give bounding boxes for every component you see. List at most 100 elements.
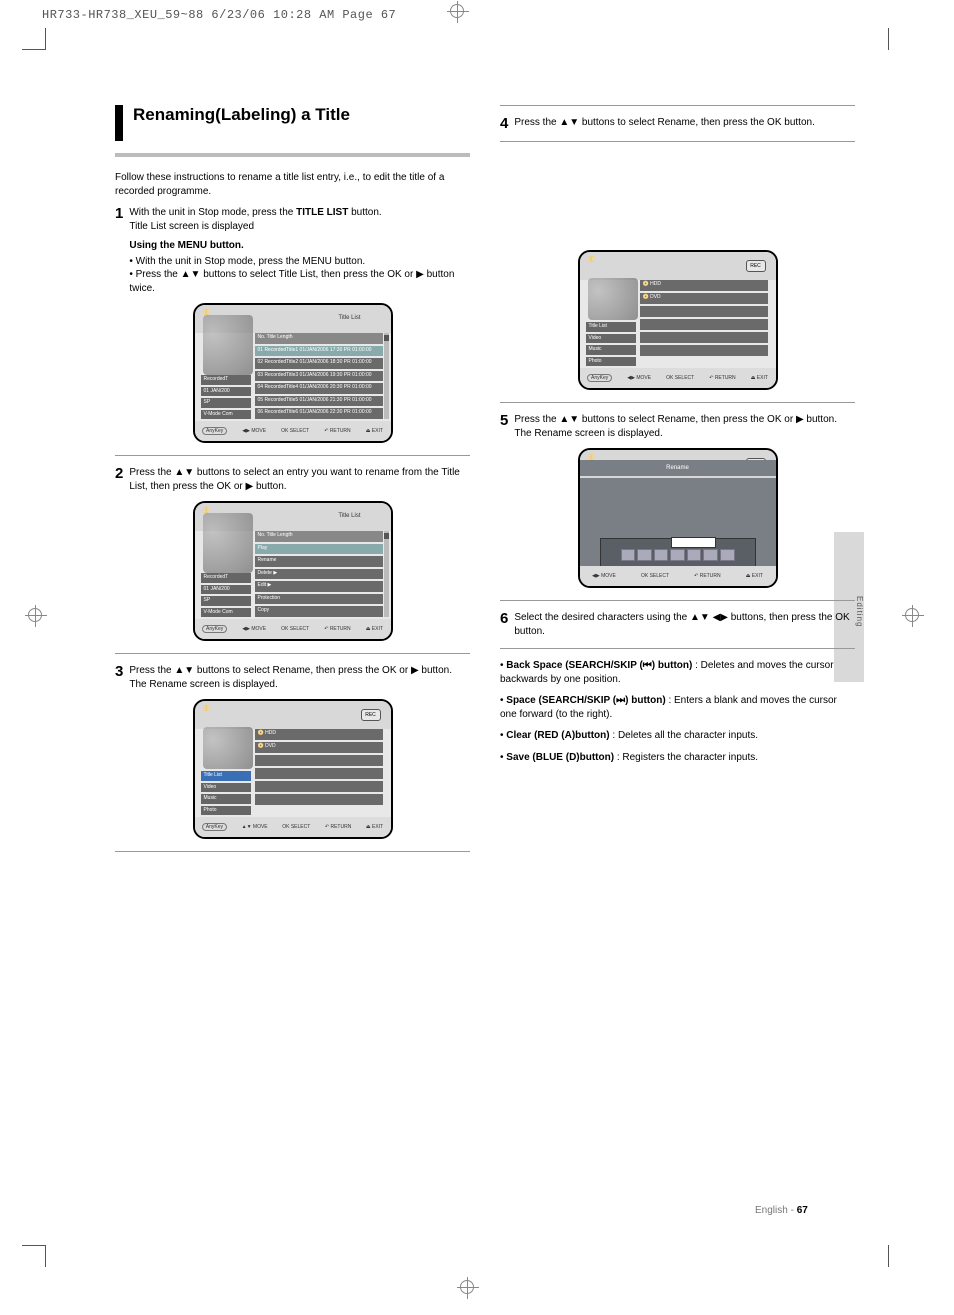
navbar: ◀▶ MOVE OK SELECT ↶ RETURN ⏏ EXIT (580, 566, 776, 586)
list-item: Title List (201, 771, 251, 781)
step-number: 2 (115, 466, 123, 493)
step-number: 6 (500, 611, 508, 638)
nav-label: ⏏ EXIT (366, 428, 383, 434)
table-header: No. Title Length (255, 333, 383, 344)
rec-badge: REC (361, 709, 381, 721)
table-row: 06 RecordedTitle6 01/JAN/2006 22:30 PR 0… (255, 408, 383, 419)
list-item: 01 JAN/200 (201, 585, 251, 595)
nav-label: ◀▶ MOVE (592, 573, 616, 579)
panel-icon: 📀 (588, 256, 595, 263)
nav-label: ◀▶ MOVE (242, 428, 266, 434)
step-number: 3 (115, 664, 123, 691)
keyboard-key (720, 549, 735, 561)
anykey-button: AnyKey (202, 823, 227, 831)
ui-screenshot-titlelist-2: 📀Title List RecordedT 01 JAN/200 SP V-Mo… (193, 501, 393, 641)
divider (500, 141, 855, 142)
step-text: With the unit in Stop mode, press the (129, 207, 296, 218)
registration-mark-bottom (460, 1280, 474, 1294)
list-item: Video (586, 334, 636, 344)
button-name: TITLE LIST (296, 207, 348, 218)
keyboard-key (654, 549, 669, 561)
crop-mark (888, 1245, 889, 1267)
list-item: Video (201, 783, 251, 793)
table-row: 05 RecordedTitle5 01/JAN/2006 21:30 PR 0… (255, 396, 383, 407)
thumbnail-icon (203, 513, 253, 573)
table-row: 04 RecordedTitle4 01/JAN/2006 20:30 PR 0… (255, 383, 383, 394)
ui-screenshot-rename-keyboard: 📀REC Rename Back Space Space Clear (578, 448, 778, 588)
divider (500, 648, 855, 649)
panel-title: Title List (338, 513, 360, 519)
right-column: 4 Press the ▲▼ buttons to select Rename,… (500, 105, 855, 862)
anykey-button: AnyKey (202, 427, 227, 435)
keyboard-key (637, 549, 652, 561)
rename-input (671, 537, 716, 548)
heading-rule (115, 153, 470, 157)
step-text: The Rename screen is displayed. (129, 679, 277, 690)
step-text: button. (348, 207, 381, 218)
keyboard-title: Rename (580, 460, 776, 476)
panel-icon: 📀 (203, 705, 210, 712)
nav-label: ⏏ EXIT (751, 375, 768, 381)
list-item: RecordedT (201, 375, 251, 385)
keyboard-key (670, 549, 685, 561)
keyboard-panel: Rename Back Space Space Clear Save (580, 478, 776, 566)
keyboard-key (687, 549, 702, 561)
subheading: Using the MENU button. (129, 239, 470, 253)
navbar: AnyKey ◀▶ MOVE OK SELECT ↶ RETURN ⏏ EXIT (195, 421, 391, 441)
list-item: Title List (586, 322, 636, 332)
thumbnail-icon (588, 278, 638, 320)
step-4: 4 Press the ▲▼ buttons to select Rename,… (500, 116, 855, 131)
menu-item: 📀 HDD (255, 729, 383, 740)
menu-item: 📀 HDD (640, 280, 768, 291)
rec-badge: REC (746, 260, 766, 272)
bullet: • Clear (RED (A)button) : Deletes all th… (500, 729, 855, 743)
nav-label: ↶ RETURN (324, 428, 350, 434)
list-item: RecordedT (201, 573, 251, 583)
keyboard-key (621, 549, 636, 561)
menu-item: Play (255, 544, 383, 555)
menu-item: 📀 DVD (255, 742, 383, 753)
crop-mark (45, 1245, 46, 1267)
bullet: • Back Space (SEARCH/SKIP (⏮) button) : … (500, 659, 855, 686)
table-row (640, 306, 768, 317)
nav-label: ↶ RETURN (694, 573, 720, 579)
left-column: Renaming(Labeling) a Title Follow these … (115, 105, 470, 862)
crop-mark (22, 49, 46, 50)
table-row (255, 755, 383, 766)
table-row (255, 781, 383, 792)
list-item: Photo (586, 357, 636, 367)
divider (500, 402, 855, 403)
step-text: Press the ▲▼ buttons to select Rename, t… (514, 414, 837, 425)
heading-bar-icon (115, 105, 123, 141)
step-text: Press the ▲▼ buttons to select Rename, t… (129, 665, 452, 676)
crop-mark (45, 28, 46, 50)
step-5: 5 Press the ▲▼ buttons to select Rename,… (500, 413, 855, 440)
step-6: 6 Select the desired characters using th… (500, 611, 855, 638)
nav-label: OK SELECT (281, 428, 309, 434)
registration-mark-left (28, 608, 42, 622)
table-row: 03 RecordedTitle3 01/JAN/2006 19:30 PR 0… (255, 371, 383, 382)
nav-label: ↶ RETURN (709, 375, 735, 381)
nav-label: ◀▶ MOVE (627, 375, 651, 381)
registration-mark-top (450, 4, 464, 18)
page-content: Renaming(Labeling) a Title Follow these … (115, 105, 855, 862)
bullet-text: With the unit in Stop mode, press the ME… (136, 256, 366, 267)
menu-item: Protection (255, 594, 383, 605)
thumbnail-icon (203, 727, 253, 769)
bullet: • Save (BLUE (D)button) : Registers the … (500, 751, 855, 765)
navbar: AnyKey ▲▼ MOVE OK SELECT ↶ RETURN ⏏ EXIT (195, 817, 391, 837)
table-header: No. Title Length (255, 531, 383, 542)
nav-label: OK SELECT (666, 375, 694, 381)
menu-item: 📀 DVD (640, 293, 768, 304)
menu-item: Rename (255, 556, 383, 567)
step-text: The Rename screen is displayed. (514, 428, 662, 439)
ui-screenshot-library: 📀REC Title List Video Music Photo 📀 HDD … (193, 699, 393, 839)
nav-label: ◀▶ MOVE (242, 626, 266, 632)
list-item: Music (586, 345, 636, 355)
thumbnail-icon (203, 315, 253, 375)
step-3: 3 Press the ▲▼ buttons to select Rename,… (115, 664, 470, 691)
keyboard-key (703, 549, 718, 561)
step-text: Press the ▲▼ buttons to select Rename, t… (514, 116, 855, 131)
step-number: 5 (500, 413, 508, 440)
ui-screenshot-library-2: 📀REC Title List Video Music Photo 📀 HDD … (578, 250, 778, 390)
